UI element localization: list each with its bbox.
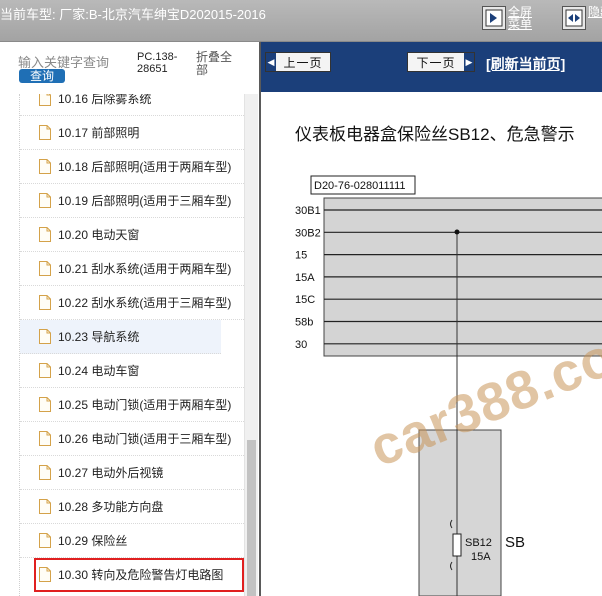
tree-item-label: 10.18 后部照明(适用于两厢车型) xyxy=(58,160,232,174)
bus-label: 58b xyxy=(295,317,313,329)
tree-item-label: 10.28 多功能方向盘 xyxy=(58,500,164,514)
arrow-left-icon: ◀ xyxy=(266,53,276,71)
sidebar-scrollbar[interactable] xyxy=(244,94,258,596)
bus-label: 15A xyxy=(295,272,315,284)
tree-item[interactable]: 10.21 刮水系统(适用于两厢车型) xyxy=(20,252,244,286)
fullscreen-icon xyxy=(482,6,506,30)
tree-item-label: 10.29 保险丝 xyxy=(58,534,128,548)
tree-item[interactable]: 10.19 后部照明(适用于三厢车型) xyxy=(20,184,244,218)
current-vehicle-label: 当前车型: 厂家:B-北京汽车绅宝D202015-2016 xyxy=(0,7,266,22)
chapter-tree: 10.16 后除雾系统 10.17 前部照明 10.18 后部照明(适用于两厢车型)… xyxy=(0,94,244,596)
document-icon xyxy=(39,499,51,514)
tree-item-label: 10.16 后除雾系统 xyxy=(58,94,152,106)
hide-panel-button[interactable]: 隐藏 xyxy=(562,6,602,36)
document-icon xyxy=(39,329,51,344)
tree-item-label: 10.20 电动天窗 xyxy=(58,228,140,242)
tree-item-label: 10.19 后部照明(适用于三厢车型) xyxy=(58,194,232,208)
ref-code-text: D20-76-028011111 xyxy=(314,180,406,192)
tree-item-label: 10.22 刮水系统(适用于三厢车型) xyxy=(58,296,232,310)
bus-label: 30B2 xyxy=(295,227,321,239)
top-bar: 当前车型: 厂家:B-北京汽车绅宝D202015-2016 全屏菜单 隐藏 xyxy=(0,0,602,42)
tree-item[interactable]: 10.30 转向及危险警告灯电路图 xyxy=(34,558,244,592)
collapse-all-link[interactable]: 折叠全部 xyxy=(196,51,238,77)
bus-label: 15C xyxy=(295,294,315,306)
fuse-box-label: SB xyxy=(505,534,525,551)
fullscreen-menu-label: 全屏菜单 xyxy=(508,5,533,31)
document-icon xyxy=(39,94,51,106)
document-icon xyxy=(39,397,51,412)
document-icon xyxy=(39,431,51,446)
pc-code-label: PC.138-28651 xyxy=(137,51,178,75)
document-icon xyxy=(39,465,51,480)
arrow-right-icon: ▶ xyxy=(464,53,474,71)
document-icon xyxy=(39,125,51,140)
wiring-diagram-page: 仪表板电器盒保险丝SB12、危急警示 D20-76-028011111 30B1… xyxy=(261,92,602,596)
viewer-toolbar: ◀ 上一页 下一页 ▶ [刷新当前页] xyxy=(261,42,602,92)
tree-item-label: 10.17 前部照明 xyxy=(58,126,140,140)
tree-item-label: 10.24 电动车窗 xyxy=(58,364,140,378)
refresh-page-link[interactable]: [刷新当前页] xyxy=(486,54,565,74)
tree-item[interactable]: 10.20 电动天窗 xyxy=(20,218,244,252)
tree-item[interactable]: 10.16 后除雾系统 xyxy=(20,94,244,116)
tree-item-label: 10.26 电动门锁(适用于三厢车型) xyxy=(58,432,232,446)
tree-item[interactable]: 10.29 保险丝 xyxy=(20,524,244,558)
split-view-icon xyxy=(562,6,586,30)
fullscreen-menu-button[interactable]: 全屏菜单 xyxy=(482,6,534,36)
search-row: 查询 PC.138-28651 折叠全部 xyxy=(0,42,258,92)
bus-label: 30B1 xyxy=(295,205,321,217)
next-page-label: 下一页 xyxy=(416,55,456,70)
document-viewer: ◀ 上一页 下一页 ▶ [刷新当前页] 仪表板电器盒保险丝SB12、危急警示 D… xyxy=(259,42,602,596)
fuse-name: SB12 xyxy=(465,537,492,549)
hide-panel-label: 隐藏 xyxy=(588,5,602,19)
document-icon xyxy=(39,227,51,242)
tree-item[interactable]: 10.25 电动门锁(适用于两厢车型) xyxy=(20,388,244,422)
tree-item[interactable]: 10.18 后部照明(适用于两厢车型) xyxy=(20,150,244,184)
document-icon xyxy=(39,159,51,174)
tree-item[interactable]: 10.27 电动外后视镜 xyxy=(20,456,244,490)
document-icon xyxy=(39,193,51,208)
tree-item-label: 10.30 转向及危险警告灯电路图 xyxy=(58,568,224,582)
tree-item[interactable]: 10.22 刮水系统(适用于三厢车型) xyxy=(20,286,244,320)
tree-item-label: 10.27 电动外后视镜 xyxy=(58,466,164,480)
prev-page-label: 上一页 xyxy=(283,55,323,70)
fuse-symbol xyxy=(452,533,462,557)
next-page-button[interactable]: 下一页 ▶ xyxy=(407,52,475,72)
tree-item[interactable]: 10.28 多功能方向盘 xyxy=(20,490,244,524)
document-icon xyxy=(39,567,51,582)
tree-item[interactable]: 10.17 前部照明 xyxy=(20,116,244,150)
tree-item[interactable]: 10.26 电动门锁(适用于三厢车型) xyxy=(20,422,244,456)
bus-label: 15 xyxy=(295,250,307,262)
tree-item-label: 10.25 电动门锁(适用于两厢车型) xyxy=(58,398,232,412)
sidebar-scrollbar-thumb[interactable] xyxy=(247,440,256,596)
tree-item-label: 10.21 刮水系统(适用于两厢车型) xyxy=(58,262,232,276)
junction-dot xyxy=(454,229,460,235)
bus-label: 30 xyxy=(295,339,307,351)
document-icon xyxy=(39,533,51,548)
tree-item[interactable]: 10.24 电动车窗 xyxy=(20,354,244,388)
document-icon xyxy=(39,295,51,310)
search-button[interactable]: 查询 xyxy=(19,69,65,83)
document-icon xyxy=(39,363,51,378)
document-icon xyxy=(39,261,51,276)
tree-item[interactable]: 10.23 导航系统 xyxy=(20,320,221,354)
fuse-rating: 15A xyxy=(471,551,491,563)
prev-page-button[interactable]: ◀ 上一页 xyxy=(265,52,331,72)
catalog-sidebar: 查询 PC.138-28651 折叠全部 10.16 后除雾系统 10.17 前部… xyxy=(0,42,258,596)
tree-item-label: 10.23 导航系统 xyxy=(58,330,140,344)
